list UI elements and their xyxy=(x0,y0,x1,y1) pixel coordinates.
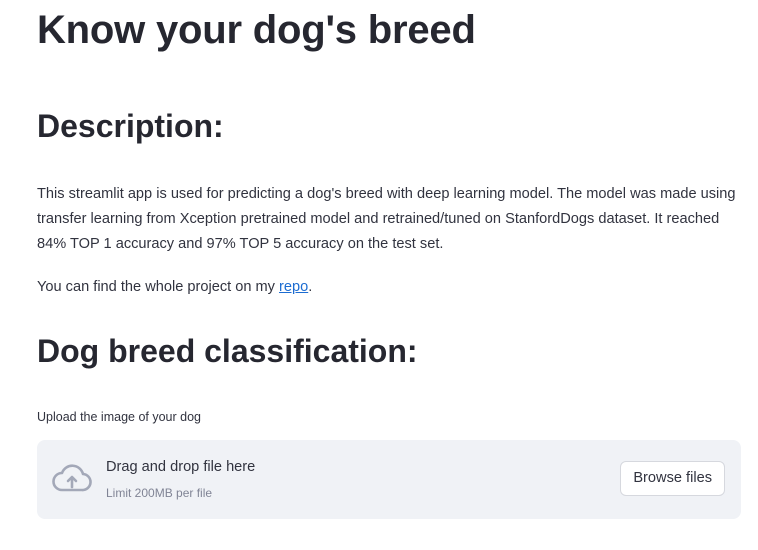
description-heading: Description: xyxy=(37,108,224,144)
repo-link[interactable]: repo xyxy=(279,279,308,295)
cloud-upload-icon xyxy=(52,464,92,492)
classification-heading: Dog breed classification: xyxy=(37,333,418,369)
file-dropzone[interactable]: Drag and drop file here Limit 200MB per … xyxy=(37,440,741,519)
dropzone-title: Drag and drop file here xyxy=(106,459,256,475)
repo-suffix: . xyxy=(308,279,313,295)
repo-text: You can find the whole project on my rep… xyxy=(37,275,741,300)
repo-prefix: You can find the whole project on my xyxy=(37,279,280,295)
upload-label: Upload the image of your dog xyxy=(37,410,201,424)
browse-files-button[interactable]: Browse files xyxy=(620,461,725,496)
description-text: This streamlit app is used for predictin… xyxy=(37,186,736,252)
dropzone-limit: Limit 200MB per file xyxy=(106,486,213,500)
page-title: Know your dog's breed xyxy=(37,8,476,52)
